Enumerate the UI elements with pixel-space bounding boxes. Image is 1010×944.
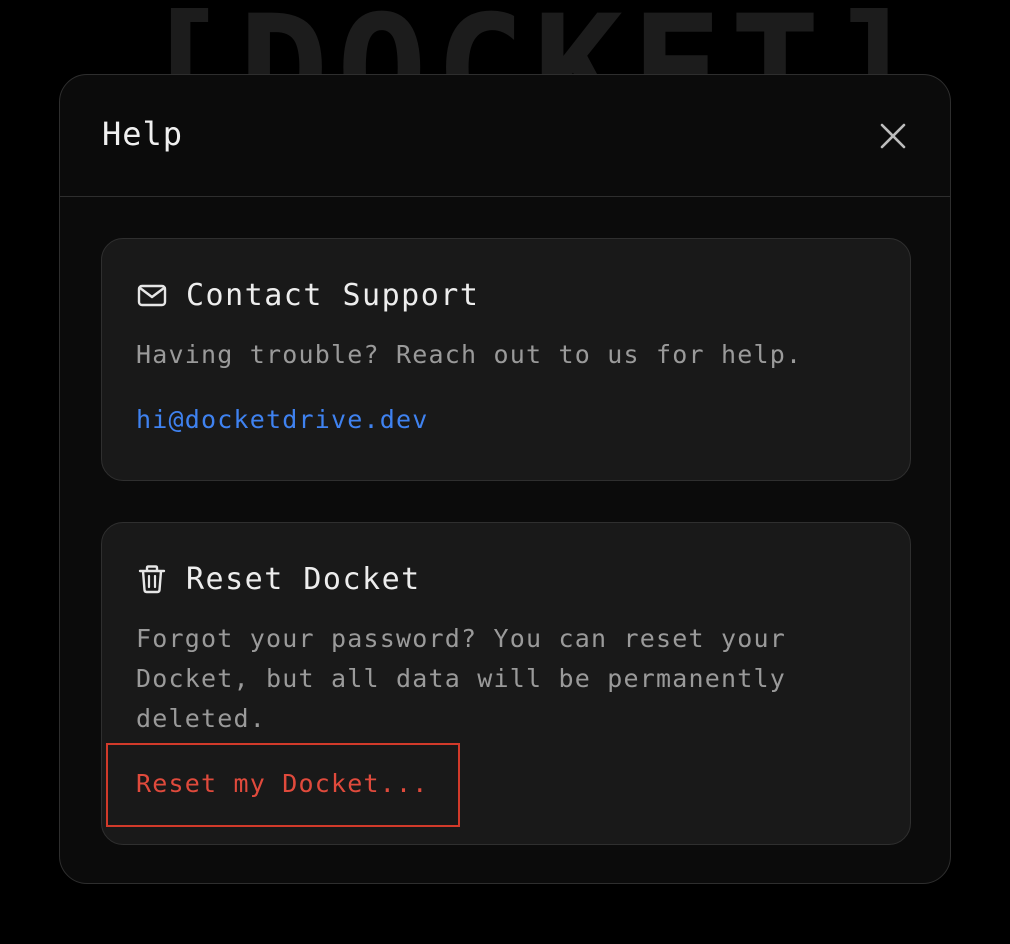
- close-button[interactable]: [876, 119, 910, 153]
- contact-support-title: Contact Support: [186, 277, 480, 313]
- close-icon: [880, 123, 906, 149]
- reset-docket-heading: Reset Docket: [136, 559, 421, 599]
- reset-docket-description: Forgot your password? You can reset your…: [136, 624, 787, 733]
- reset-docket-title: Reset Docket: [186, 561, 421, 597]
- trash-icon: [136, 563, 168, 595]
- reset-docket-button-label: Reset my Docket...: [136, 769, 429, 798]
- reset-docket-button[interactable]: Reset my Docket...: [106, 743, 460, 827]
- reset-docket-card: Reset Docket Forgot your password? You c…: [101, 522, 911, 845]
- dialog-header: Help: [60, 75, 950, 197]
- help-dialog: Help Contact Support Having trouble? Rea…: [59, 74, 951, 884]
- support-email-link[interactable]: hi@docketdrive.dev: [136, 405, 429, 434]
- dialog-title: Help: [102, 115, 184, 153]
- mail-icon: [136, 279, 168, 311]
- contact-support-heading: Contact Support: [136, 275, 479, 315]
- contact-support-card: Contact Support Having trouble? Reach ou…: [101, 238, 911, 481]
- contact-support-description: Having trouble? Reach out to us for help…: [136, 340, 803, 369]
